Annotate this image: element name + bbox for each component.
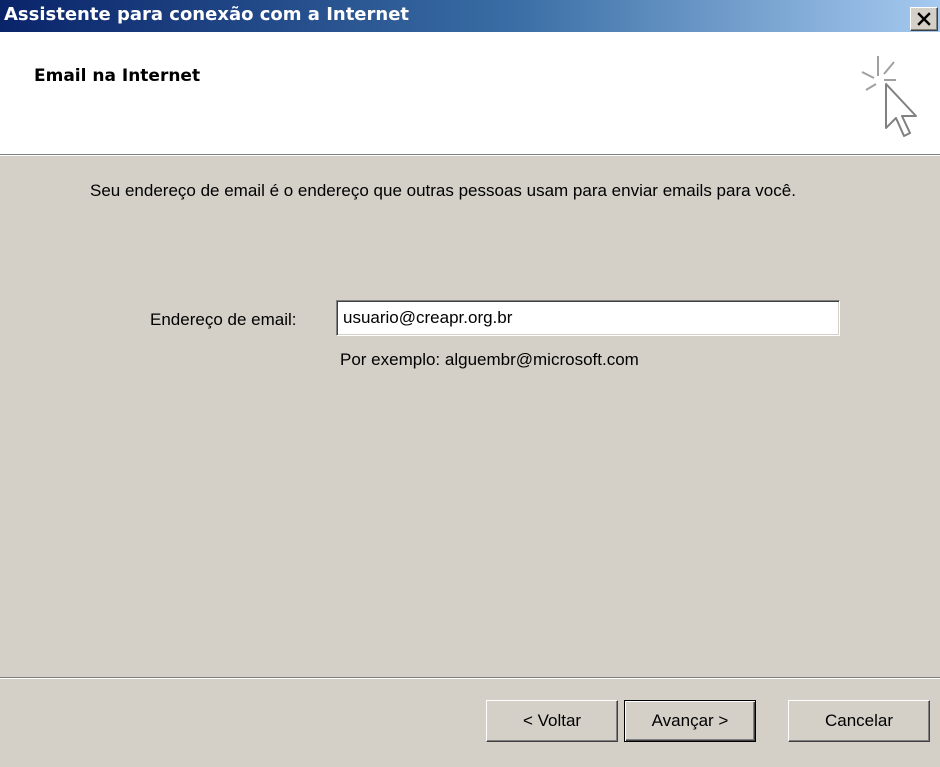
window-title: Assistente para conexão com a Internet bbox=[4, 4, 410, 25]
close-icon bbox=[917, 12, 931, 26]
email-input[interactable] bbox=[336, 300, 840, 336]
back-button[interactable]: < Voltar bbox=[486, 700, 618, 742]
wizard-cursor-sparkle-icon bbox=[861, 56, 917, 137]
title-bar[interactable]: Assistente para conexão com a Internet bbox=[0, 0, 940, 32]
email-label: Endereço de email: bbox=[150, 310, 297, 329]
footer-divider bbox=[0, 677, 940, 679]
wizard-header: Email na Internet bbox=[0, 32, 940, 154]
cancel-button[interactable]: Cancelar bbox=[788, 700, 930, 742]
page-title: Email na Internet bbox=[34, 66, 201, 86]
description-text: Seu endereço de email é o endereço que o… bbox=[90, 181, 796, 200]
close-button[interactable] bbox=[910, 7, 938, 31]
next-button[interactable]: Avançar > bbox=[624, 700, 756, 742]
header-divider bbox=[0, 154, 940, 156]
example-hint: Por exemplo: alguembr@microsoft.com bbox=[340, 350, 639, 369]
wizard-window: Assistente para conexão com a Internet E… bbox=[0, 0, 940, 767]
